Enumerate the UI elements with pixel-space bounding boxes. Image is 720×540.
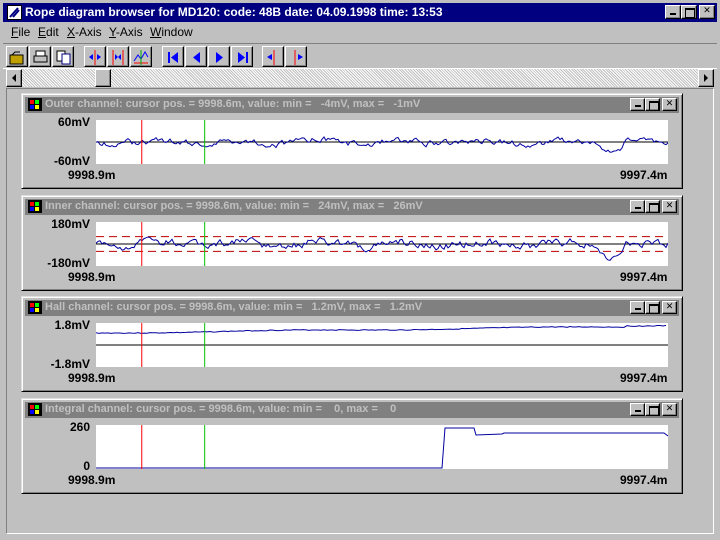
signal-plot (96, 425, 669, 469)
channel-minimize-button[interactable] (630, 403, 645, 416)
signal-plot (95, 120, 669, 164)
channel-icon (28, 301, 42, 314)
signal-trace (96, 427, 669, 469)
channel-icon (28, 200, 42, 213)
auto-scale-button[interactable] (130, 46, 152, 67)
menu-window[interactable]: Window (150, 25, 193, 39)
first-icon (168, 52, 178, 63)
x-end-label: 9997.4m (620, 270, 668, 284)
x-end-label: 9997.4m (620, 168, 668, 182)
signal-trace (95, 236, 669, 261)
signal-trace (95, 136, 669, 153)
app-icon[interactable] (7, 5, 22, 20)
zoom-out-x-icon (112, 50, 124, 65)
arrow-left-icon[interactable] (6, 69, 22, 87)
channel-maximize-button[interactable] (645, 301, 660, 314)
x-end-label: 9997.4m (620, 473, 668, 487)
close-button[interactable]: ✕ (699, 5, 715, 19)
print-button[interactable] (29, 46, 51, 67)
channel-maximize-button[interactable] (645, 98, 660, 111)
y-min-label: -1.8mV (50, 357, 90, 371)
window-title: Rope diagram browser for MD120: code: 48… (25, 5, 443, 19)
title-bar[interactable]: Rope diagram browser for MD120: code: 48… (3, 3, 717, 22)
channel-title-bar[interactable]: Outer channel: cursor pos. = 9998.6m, va… (25, 97, 679, 113)
y-max-label: 260 (69, 420, 90, 434)
menu-bar: File Edit X-Axis Y-Axis Window (3, 23, 717, 41)
channel-minimize-button[interactable] (630, 200, 645, 213)
previous-button[interactable] (185, 46, 207, 67)
x-end-label: 9997.4m (620, 371, 668, 385)
scroll-thumb[interactable] (94, 69, 111, 87)
channel-minimize-button[interactable] (630, 301, 645, 314)
plot-area[interactable] (95, 323, 668, 367)
plot-area[interactable] (95, 120, 669, 164)
signal-plot (95, 323, 668, 367)
channel-title: Outer channel: cursor pos. = 9998.6m, va… (45, 98, 421, 110)
x-start-label: 9998.9m (68, 168, 116, 182)
x-start-label: 9998.9m (68, 473, 116, 487)
y-max-label: 180mV (51, 217, 90, 231)
menu-file[interactable]: File (11, 25, 30, 39)
next-icon (216, 52, 223, 63)
last-button[interactable] (231, 46, 253, 67)
signal-plot (95, 222, 669, 266)
menu-yaxis[interactable]: Y-Axis (109, 25, 143, 39)
channel-close-button[interactable]: ✕ (662, 200, 677, 213)
menu-xaxis[interactable]: X-Axis (67, 25, 102, 39)
arrow-right-icon[interactable] (698, 69, 714, 87)
x-start-label: 9998.9m (68, 371, 116, 385)
channel-close-button[interactable]: ✕ (662, 301, 677, 314)
next-button[interactable] (208, 46, 230, 67)
channel-title-bar[interactable]: Inner channel: cursor pos. = 9998.6m, va… (25, 199, 679, 215)
channel-icon (28, 98, 42, 111)
zoom-out-x-button[interactable] (107, 46, 129, 67)
mdi-client-area: Outer channel: cursor pos. = 9998.6m, va… (6, 88, 714, 534)
channel-title-bar[interactable]: Integral channel: cursor pos. = 9998.6m,… (25, 402, 679, 418)
channel-window[interactable]: Integral channel: cursor pos. = 9998.6m,… (21, 398, 683, 494)
y-min-label: -60mV (53, 154, 90, 168)
print-icon (33, 50, 48, 63)
menu-edit[interactable]: Edit (38, 25, 59, 39)
app-window: Rope diagram browser for MD120: code: 48… (0, 0, 720, 540)
channel-maximize-button[interactable] (645, 403, 660, 416)
toolbar (3, 43, 717, 69)
plot-area[interactable] (96, 425, 669, 469)
copy-icon (56, 50, 71, 65)
y-min-label: -180mV (47, 256, 90, 270)
signal-trace (95, 324, 667, 334)
horizontal-scrollbar[interactable] (6, 69, 714, 87)
channel-title: Hall channel: cursor pos. = 9998.6m, val… (45, 301, 423, 313)
first-button[interactable] (162, 46, 184, 67)
y-max-label: 1.8mV (54, 318, 90, 332)
minimize-button[interactable] (665, 5, 681, 19)
cursor-right-icon (294, 50, 303, 65)
copy-button[interactable] (52, 46, 74, 67)
zoom-in-x-button[interactable] (84, 46, 106, 67)
channel-close-button[interactable]: ✕ (662, 403, 677, 416)
channel-title-bar[interactable]: Hall channel: cursor pos. = 9998.6m, val… (25, 300, 679, 316)
maximize-button[interactable] (681, 5, 697, 19)
previous-icon (193, 52, 200, 63)
y-max-label: 60mV (57, 115, 90, 129)
channel-window[interactable]: Inner channel: cursor pos. = 9998.6m, va… (21, 195, 683, 291)
channel-title: Inner channel: cursor pos. = 9998.6m, va… (45, 200, 423, 212)
cursor-left-icon (267, 50, 275, 65)
open-icon (9, 51, 24, 65)
auto-scale-icon (133, 50, 149, 65)
channel-maximize-button[interactable] (645, 200, 660, 213)
plot-area[interactable] (95, 222, 669, 266)
x-start-label: 9998.9m (68, 270, 116, 284)
cursor-left-button[interactable] (262, 46, 284, 67)
channel-minimize-button[interactable] (630, 98, 645, 111)
open-button[interactable] (6, 46, 28, 67)
channel-window[interactable]: Outer channel: cursor pos. = 9998.6m, va… (21, 93, 683, 189)
y-min-label: 0 (83, 459, 90, 473)
last-icon (238, 52, 248, 63)
channel-window[interactable]: Hall channel: cursor pos. = 9998.6m, val… (21, 296, 683, 392)
channel-title: Integral channel: cursor pos. = 9998.6m,… (45, 403, 397, 415)
zoom-in-x-icon (89, 50, 101, 65)
channel-close-button[interactable]: ✕ (662, 98, 677, 111)
cursor-right-button[interactable] (285, 46, 307, 67)
channel-icon (28, 403, 42, 416)
